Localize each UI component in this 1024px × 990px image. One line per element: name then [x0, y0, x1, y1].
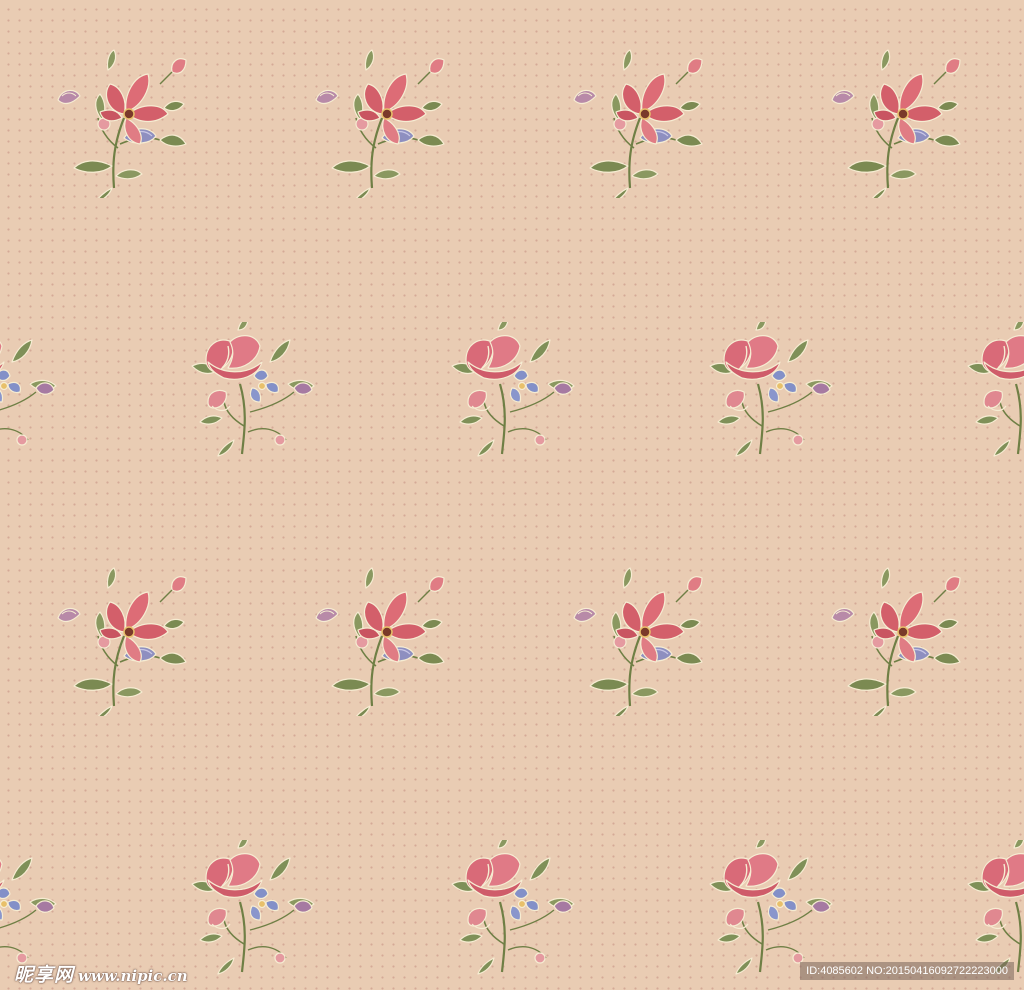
rose-bud-motif [0, 322, 60, 472]
site-name-cn: 昵享网 [14, 964, 75, 986]
pink-blossom-motif [826, 566, 966, 716]
floral-pattern-canvas: 昵享网 www.nipic.cn ID:4085602 NO:201504160… [0, 0, 1024, 990]
pink-blossom-motif [826, 48, 966, 198]
pink-blossom-motif [310, 566, 450, 716]
rose-bud-motif [438, 322, 578, 472]
rose-bud-motif [954, 322, 1024, 472]
rose-bud-motif [696, 322, 836, 472]
image-id-strip: ID:4085602 NO:20150416092722223000 [800, 962, 1014, 980]
pink-blossom-motif [52, 48, 192, 198]
rose-bud-motif [178, 840, 318, 990]
site-watermark-logo: 昵享网 www.nipic.cn [14, 960, 188, 986]
pink-blossom-motif [568, 566, 708, 716]
site-url: www.nipic.cn [78, 967, 188, 985]
pink-blossom-motif [52, 566, 192, 716]
rose-bud-motif [438, 840, 578, 990]
pink-blossom-motif [568, 48, 708, 198]
rose-bud-motif [178, 322, 318, 472]
pink-blossom-motif [310, 48, 450, 198]
